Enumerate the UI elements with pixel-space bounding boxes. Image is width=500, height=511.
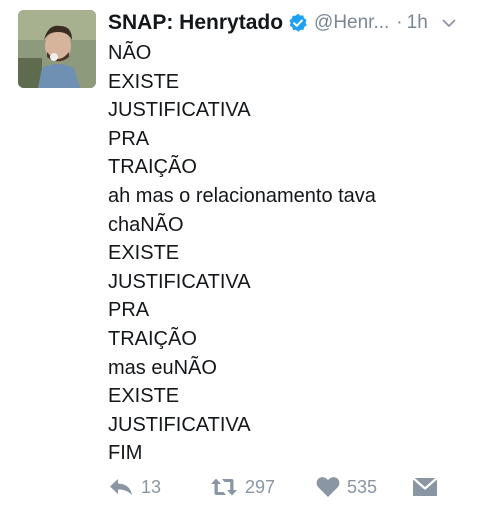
chevron-down-icon[interactable] (441, 15, 457, 31)
heart-icon (316, 476, 340, 498)
tweet-text-line: TRAIÇÃO (108, 327, 197, 350)
retweet-button[interactable]: 297 (210, 473, 275, 501)
tweet-text-line: NÃO (108, 42, 152, 64)
tweet-header: SNAP: Henrytado @Henr... · 1h (108, 7, 488, 39)
tweet-content: SNAP: Henrytado @Henr... · 1h NÃO EXISTE… (108, 7, 488, 468)
tweet-actions: 13 297 535 (108, 473, 488, 501)
direct-message-icon (412, 477, 438, 497)
reply-button[interactable]: 13 (108, 473, 161, 501)
tweet-text-line: chaNÃO (108, 213, 184, 236)
direct-message-button[interactable] (412, 473, 438, 501)
separator-dot: · (396, 12, 403, 33)
timestamp[interactable]: 1h (407, 12, 428, 34)
like-button[interactable]: 535 (316, 473, 377, 501)
retweet-count: 297 (245, 476, 276, 497)
tweet-text-line: JUSTIFICATIVA (108, 270, 251, 293)
tweet-text-line: TRAIÇÃO (108, 156, 197, 179)
avatar[interactable] (18, 10, 96, 88)
reply-count: 13 (141, 476, 162, 497)
tweet-text-line: mas euNÃO (108, 356, 217, 379)
retweet-icon (210, 477, 238, 497)
tweet-text-line: EXISTE (108, 242, 180, 265)
tweet-text-line: EXISTE (108, 70, 180, 93)
verified-badge-icon (288, 13, 308, 33)
tweet: SNAP: Henrytado @Henr... · 1h NÃO EXISTE… (0, 0, 500, 511)
reply-icon (108, 477, 134, 497)
tweet-text-line: FIM (108, 442, 143, 465)
tweet-text-line: JUSTIFICATIVA (108, 413, 251, 436)
tweet-text-line: EXISTE (108, 385, 180, 408)
tweet-text-line: PRA (108, 127, 150, 150)
like-count: 535 (347, 476, 378, 497)
tweet-text-line: ah mas o relacionamento tava (108, 184, 376, 207)
tweet-text: NÃO EXISTE JUSTIFICATIVA PRA TRAIÇÃO ah … (108, 39, 488, 468)
display-name[interactable]: SNAP: Henrytado (108, 11, 283, 35)
tweet-text-line: PRA (108, 299, 150, 322)
tweet-text-line: JUSTIFICATIVA (108, 99, 251, 122)
handle[interactable]: @Henr... (314, 12, 389, 34)
avatar-photo (18, 10, 96, 88)
